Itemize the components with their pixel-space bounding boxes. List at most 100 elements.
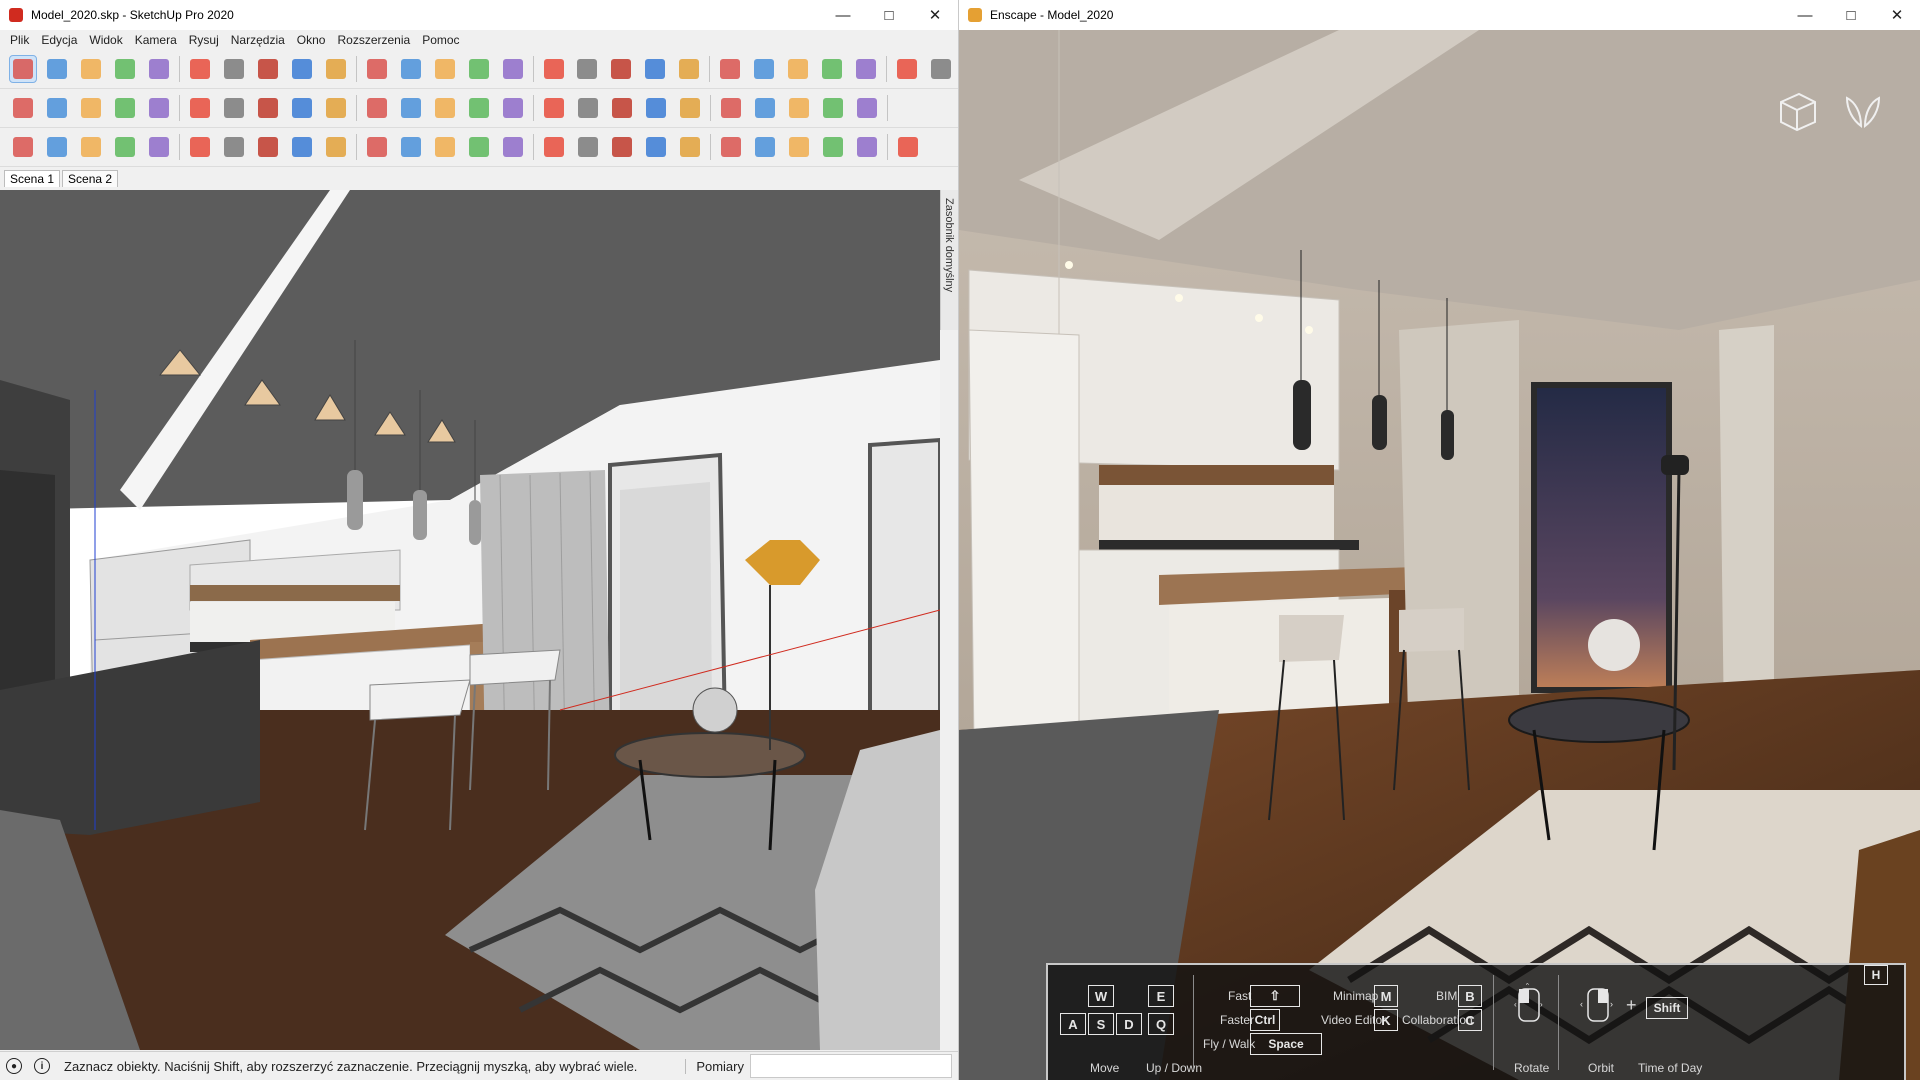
sandbox-icon[interactable] (893, 55, 921, 83)
pan-icon[interactable] (607, 55, 635, 83)
section-icon[interactable] (145, 133, 173, 161)
shirt-icon[interactable] (642, 133, 670, 161)
render-icon[interactable] (574, 133, 602, 161)
view-iso-icon[interactable] (9, 133, 37, 161)
dropdown-icon[interactable] (186, 55, 214, 83)
dropdown-icon[interactable] (111, 55, 139, 83)
crosshair-icon[interactable] (608, 133, 636, 161)
sphere-icon[interactable] (853, 94, 881, 122)
tape-measure-icon[interactable] (465, 55, 493, 83)
view-front-icon[interactable] (77, 133, 105, 161)
minimize-icon[interactable]: — (820, 0, 866, 30)
component-icon[interactable] (608, 94, 636, 122)
menu-plik[interactable]: Plik (4, 33, 35, 47)
measurements-field[interactable] (750, 1054, 952, 1078)
tab-scena-1[interactable]: Scena 1 (4, 170, 61, 187)
pencil-icon[interactable] (77, 55, 105, 83)
wings-icon[interactable] (1841, 90, 1885, 134)
group-icon[interactable] (717, 94, 745, 122)
select-icon[interactable] (9, 55, 37, 83)
tool-icon[interactable] (431, 133, 459, 161)
grid-icon[interactable] (397, 94, 425, 122)
terrain-icon[interactable] (186, 133, 214, 161)
menu-narzedzia[interactable]: Narzędzia (225, 33, 291, 47)
grid-icon[interactable] (322, 94, 350, 122)
layout-icon[interactable] (784, 55, 812, 83)
validate-icon[interactable] (818, 55, 846, 83)
tool-icon[interactable] (499, 133, 527, 161)
flask-icon[interactable] (751, 133, 779, 161)
arc-icon[interactable] (145, 55, 173, 83)
gear-icon[interactable] (785, 133, 813, 161)
contrast-icon[interactable] (642, 94, 670, 122)
minimize-icon[interactable]: — (1782, 0, 1828, 30)
close-icon[interactable]: ✕ (1874, 0, 1920, 30)
line-icon[interactable] (220, 94, 248, 122)
text-icon[interactable] (499, 55, 527, 83)
grid-icon[interactable] (363, 94, 391, 122)
maximize-icon[interactable]: □ (1828, 0, 1874, 30)
brick-icon[interactable] (894, 133, 922, 161)
tool-icon[interactable] (322, 133, 350, 161)
geolocation-icon[interactable]: ● (6, 1058, 22, 1074)
maximize-icon[interactable]: □ (866, 0, 912, 30)
color-icon[interactable] (853, 133, 881, 161)
rectangle-icon[interactable] (220, 55, 248, 83)
sketchup-viewport[interactable] (0, 190, 940, 1050)
shell-icon[interactable] (717, 133, 745, 161)
menu-edycja[interactable]: Edycja (35, 33, 83, 47)
ruler-icon[interactable] (819, 133, 847, 161)
tool-icon[interactable] (465, 133, 493, 161)
align-icon[interactable] (145, 94, 173, 122)
rotate-icon[interactable] (397, 55, 425, 83)
line-icon[interactable] (254, 94, 282, 122)
grid-icon[interactable] (499, 94, 527, 122)
style-icon[interactable] (927, 55, 955, 83)
close-icon[interactable]: ✕ (912, 0, 958, 30)
view-top-icon[interactable] (43, 133, 71, 161)
tool-icon[interactable] (363, 133, 391, 161)
menu-pomoc[interactable]: Pomoc (416, 33, 465, 47)
align-icon[interactable] (111, 94, 139, 122)
texture-icon[interactable] (574, 94, 602, 122)
extension-warehouse-icon[interactable] (750, 55, 778, 83)
default-tray-tab[interactable]: Zasobnik domyślny (940, 190, 958, 330)
orbit-icon[interactable] (574, 55, 602, 83)
tool-icon[interactable] (288, 133, 316, 161)
move-icon[interactable] (363, 55, 391, 83)
follow-me-icon[interactable] (322, 55, 350, 83)
zoom-extents-icon[interactable] (675, 55, 703, 83)
paint-bucket-icon[interactable] (540, 55, 568, 83)
scale-icon[interactable] (43, 94, 71, 122)
menu-okno[interactable]: Okno (291, 33, 332, 47)
group-icon[interactable] (676, 94, 704, 122)
eraser-icon[interactable] (43, 55, 71, 83)
grid-icon[interactable] (465, 94, 493, 122)
curve-icon[interactable] (819, 94, 847, 122)
tab-scena-2[interactable]: Scena 2 (62, 170, 119, 187)
section-plane-icon[interactable] (852, 55, 880, 83)
transform-icon[interactable] (676, 133, 704, 161)
menu-rysuj[interactable]: Rysuj (183, 33, 225, 47)
tool-icon[interactable] (254, 133, 282, 161)
view-right-icon[interactable] (111, 133, 139, 161)
tool-icon[interactable] (220, 133, 248, 161)
menu-kamera[interactable]: Kamera (129, 33, 183, 47)
menu-rozszerzenia[interactable]: Rozszerzenia (331, 33, 416, 47)
bucket-icon[interactable] (540, 133, 568, 161)
push-pull-icon[interactable] (288, 55, 316, 83)
menu-widok[interactable]: Widok (83, 33, 128, 47)
select-icon[interactable] (9, 94, 37, 122)
dropdown-icon[interactable] (254, 55, 282, 83)
enscape-viewport[interactable] (959, 30, 1920, 1080)
paint-icon[interactable] (785, 94, 813, 122)
warehouse-icon[interactable] (716, 55, 744, 83)
views-cube-icon[interactable] (1775, 90, 1819, 134)
align-icon[interactable] (186, 94, 214, 122)
scale-icon[interactable] (77, 94, 105, 122)
enscape-titlebar[interactable]: Enscape - Model_2020 — □ ✕ (959, 0, 1920, 30)
scale-icon[interactable] (431, 55, 459, 83)
sketchup-titlebar[interactable]: Model_2020.skp - SketchUp Pro 2020 — □ ✕ (0, 0, 958, 30)
grid-icon[interactable] (431, 94, 459, 122)
help-toggle-key[interactable]: H (1864, 965, 1888, 985)
